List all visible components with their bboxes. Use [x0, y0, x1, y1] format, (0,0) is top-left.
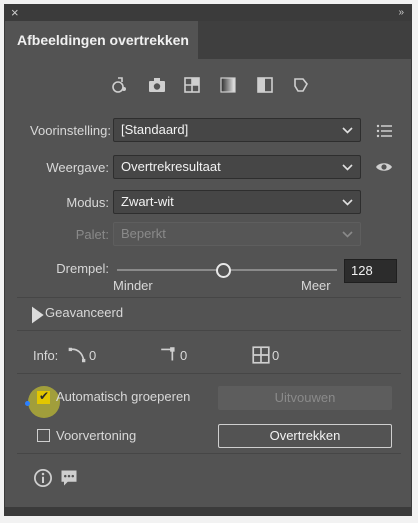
- half-square-icon[interactable]: [255, 75, 275, 95]
- preset-icon-row: [5, 75, 411, 99]
- info-circle-icon[interactable]: [33, 468, 52, 487]
- info-paths-count: 0: [89, 348, 97, 363]
- palette-label: Palet:: [75, 227, 109, 242]
- divider: [17, 297, 401, 298]
- preview-label[interactable]: Voorvertoning: [56, 428, 136, 443]
- view-value: Overtrekresultaat: [121, 159, 221, 174]
- tab-image-trace[interactable]: Afbeeldingen overtrekken: [5, 21, 198, 59]
- path-icon: [67, 345, 86, 363]
- palette-value: Beperkt: [121, 226, 166, 241]
- info-label: Info:: [33, 348, 59, 363]
- chevron-down-icon: [342, 191, 353, 220]
- info-anchors-count: 0: [180, 348, 188, 363]
- image-trace-panel: × » Afbeeldingen overtrekken Voorinstell…: [4, 4, 412, 516]
- panel-bottombar: [5, 507, 411, 515]
- comment-icon[interactable]: [59, 468, 77, 486]
- advanced-toggle-label[interactable]: Geavanceerd: [45, 305, 123, 320]
- preset-value: [Standaard]: [121, 122, 189, 137]
- chevron-down-icon: [342, 223, 353, 252]
- tab-bar: Afbeeldingen overtrekken: [5, 21, 411, 59]
- chevron-down-icon: [342, 119, 353, 148]
- palette-select: Beperkt: [113, 222, 361, 246]
- anchor-point-icon: [159, 345, 177, 363]
- grid-icon[interactable]: [182, 75, 202, 95]
- divider: [17, 330, 401, 331]
- panel-topbar: × »: [5, 5, 411, 21]
- trace-button[interactable]: Overtrekken: [218, 424, 392, 448]
- expand-button: Uitvouwen: [218, 386, 392, 410]
- threshold-label: Drempel:: [56, 261, 109, 276]
- camera-icon[interactable]: [147, 75, 167, 95]
- mode-value: Zwart-wit: [121, 194, 174, 209]
- shape-icon[interactable]: [291, 75, 311, 95]
- info-colors-count: 0: [272, 348, 280, 363]
- collapse-icon[interactable]: »: [398, 5, 403, 21]
- list-menu-icon[interactable]: [375, 121, 395, 141]
- auto-color-icon[interactable]: [110, 75, 130, 95]
- preset-label: Voorinstelling:: [30, 123, 111, 138]
- auto-group-label[interactable]: Automatisch groeperen: [56, 389, 190, 404]
- divider: [17, 373, 401, 374]
- colors-grid-icon: [251, 345, 270, 364]
- eye-icon[interactable]: [374, 157, 394, 177]
- view-label: Weergave:: [46, 160, 109, 175]
- preview-checkbox[interactable]: [37, 429, 50, 442]
- disclosure-triangle-icon[interactable]: [27, 305, 44, 324]
- mode-label: Modus:: [66, 195, 109, 210]
- preset-select[interactable]: [Standaard]: [113, 118, 361, 142]
- divider: [17, 453, 401, 454]
- threshold-min-label: Minder: [113, 278, 153, 293]
- threshold-slider-thumb[interactable]: [216, 263, 231, 278]
- close-icon[interactable]: ×: [11, 5, 19, 21]
- view-select[interactable]: Overtrekresultaat: [113, 155, 361, 179]
- focus-dot: [25, 401, 30, 406]
- auto-group-checkbox[interactable]: [37, 389, 50, 404]
- gradient-icon[interactable]: [218, 75, 238, 95]
- threshold-max-label: Meer: [301, 278, 331, 293]
- chevron-down-icon: [342, 156, 353, 185]
- threshold-value-input[interactable]: 128: [344, 259, 397, 283]
- mode-select[interactable]: Zwart-wit: [113, 190, 361, 214]
